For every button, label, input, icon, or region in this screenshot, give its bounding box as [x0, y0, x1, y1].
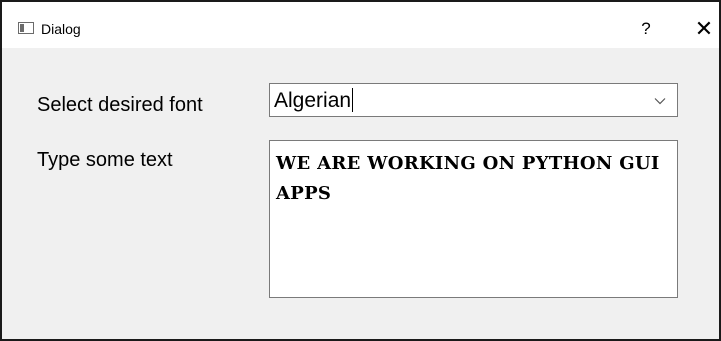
text-input-label: Type some text	[37, 149, 173, 171]
window-title: Dialog	[41, 21, 81, 37]
window-icon	[18, 22, 34, 34]
chevron-down-icon[interactable]	[653, 88, 667, 112]
title-bar[interactable]: Dialog ? ✕	[2, 2, 719, 48]
font-select-label: Select desired font	[37, 94, 203, 116]
font-combobox[interactable]: Algerian	[269, 83, 678, 117]
close-button[interactable]: ✕	[691, 16, 717, 42]
text-caret	[352, 88, 354, 112]
text-input-area[interactable]: WE ARE WORKING ON PYTHON GUI APPS	[269, 140, 678, 298]
help-button[interactable]: ?	[635, 16, 657, 42]
font-combobox-value[interactable]: Algerian	[274, 88, 354, 114]
dialog-window: Dialog ? ✕ Select desired font Algerian …	[0, 0, 721, 341]
